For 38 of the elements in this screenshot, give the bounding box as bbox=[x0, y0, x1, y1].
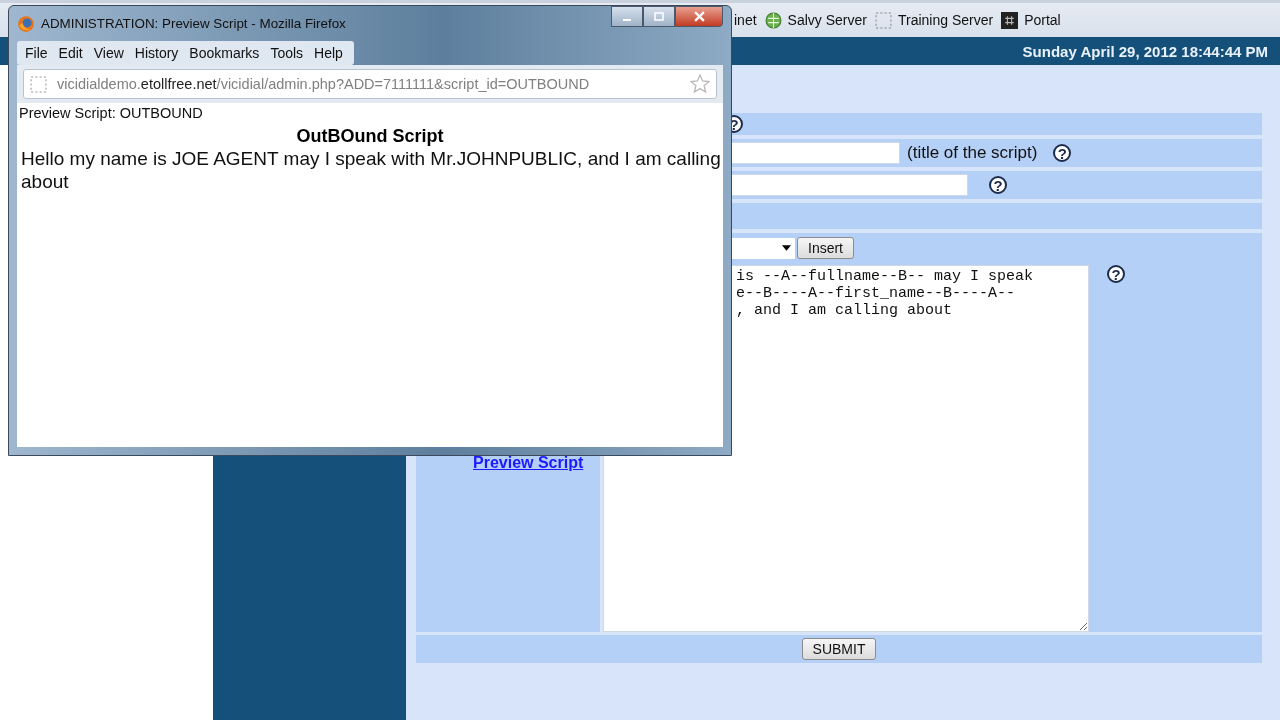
close-icon bbox=[693, 11, 705, 22]
menu-item[interactable]: History bbox=[130, 45, 183, 61]
menu-item[interactable]: Tools bbox=[266, 45, 308, 61]
help-icon[interactable]: ? bbox=[1107, 265, 1125, 283]
bookmark[interactable]: Salvy Server bbox=[764, 11, 867, 29]
minimize-button[interactable] bbox=[611, 6, 643, 27]
submit-button[interactable]: SUBMIT bbox=[801, 638, 877, 660]
maximize-button[interactable] bbox=[643, 6, 675, 27]
help-icon[interactable]: ? bbox=[1053, 144, 1072, 162]
page-icon bbox=[874, 11, 892, 29]
menu-item[interactable]: Edit bbox=[54, 45, 87, 61]
menu-item[interactable]: File bbox=[21, 45, 52, 61]
menu-item[interactable]: Bookmarks bbox=[185, 45, 264, 61]
window-title: ADMINISTRATION: Preview Script - Mozilla Firefox bbox=[41, 16, 346, 31]
star-icon[interactable] bbox=[690, 74, 710, 94]
field-hint: (title of the script) bbox=[907, 143, 1038, 163]
minimize-icon bbox=[623, 18, 631, 21]
url-text: vicidialdemo.etollfree.net/vicidial/admin.php?ADD=7111111&script_id=OUTBOUND bbox=[57, 76, 591, 92]
help-icon[interactable]: ? bbox=[989, 176, 1007, 194]
preview-link[interactable]: Preview Script bbox=[473, 454, 584, 472]
insert-button[interactable]: Insert bbox=[797, 237, 854, 259]
address-bar[interactable]: vicidialdemo.etollfree.net/vicidial/admin.php?ADD=7111111&script_id=OUTBOUND bbox=[23, 69, 717, 99]
bookmark[interactable]: Training Server bbox=[874, 11, 994, 29]
browser-logo-icon bbox=[17, 14, 35, 33]
bookmark[interactable]: inet bbox=[734, 12, 757, 28]
date-time: Sunday April 29, 2012 18:44:44 PM bbox=[1022, 42, 1268, 60]
menu-item[interactable]: View bbox=[89, 45, 128, 61]
grid-icon bbox=[1001, 11, 1019, 29]
bookmark[interactable]: Portal bbox=[1001, 11, 1061, 29]
script-text: Hello my name is JOE AGENT may I speak with Mr.JOHNPUBLIC, and I am calling about bbox=[20, 147, 721, 193]
close-button[interactable] bbox=[675, 6, 723, 27]
script-title: OutBOund Script bbox=[295, 126, 445, 147]
menu-item[interactable]: Help bbox=[310, 45, 347, 61]
preview-heading: Preview Script: OUTBOUND bbox=[19, 105, 204, 121]
maximize-icon bbox=[654, 11, 664, 22]
globe-icon bbox=[764, 11, 782, 29]
page-icon bbox=[30, 75, 47, 93]
caret-icon bbox=[782, 245, 791, 251]
